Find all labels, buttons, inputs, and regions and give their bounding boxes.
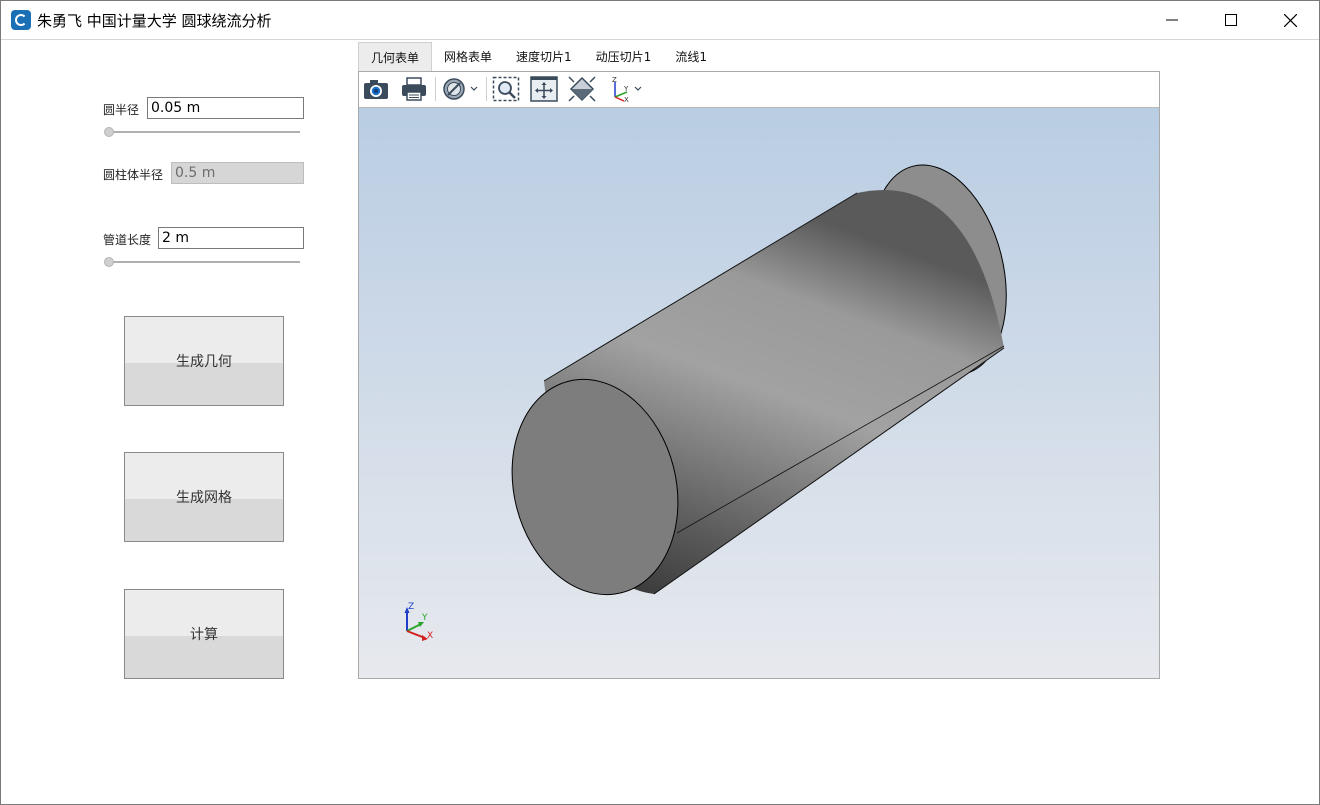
viewer-toolbar: Z Y X [359, 72, 1159, 108]
tab-streamline[interactable]: 流线1 [663, 42, 719, 70]
z-axis-label: Z [408, 602, 415, 612]
compute-button[interactable]: 计算 [124, 589, 284, 679]
x-axis-label: X [427, 631, 434, 641]
zoom-box-button[interactable] [491, 75, 521, 103]
close-button[interactable] [1261, 1, 1319, 39]
radius-label: 圆半径 [103, 103, 140, 117]
render-mode-dropdown[interactable] [439, 75, 481, 103]
generate-mesh-button[interactable]: 生成网格 [124, 452, 284, 542]
generate-geometry-button[interactable]: 生成几何 [124, 316, 284, 406]
generate-geometry-label: 生成几何 [176, 354, 232, 370]
app-logo-icon [11, 10, 31, 30]
app-window: 朱勇飞 中国计量大学 圆球绕流分析 圆半径 0.05 m 圆柱体半径 0.5 m… [0, 0, 1320, 805]
3d-viewport[interactable]: Z Y X [359, 108, 1159, 678]
cylinder-radius-label: 圆柱体半径 [103, 168, 164, 182]
maximize-icon [1225, 14, 1237, 26]
svg-text:Y: Y [623, 85, 629, 93]
svg-text:X: X [624, 96, 629, 103]
tab-geometry-form[interactable]: 几何表单 [358, 42, 433, 71]
tab-mesh-form[interactable]: 网格表单 [432, 42, 504, 70]
pipe-length-slider[interactable] [107, 261, 300, 263]
maximize-button[interactable] [1202, 1, 1260, 39]
toolbar-separator [486, 77, 487, 101]
close-icon [1283, 13, 1297, 27]
compute-label: 计算 [190, 627, 218, 643]
generate-mesh-label: 生成网格 [176, 490, 232, 506]
print-button[interactable] [399, 75, 429, 103]
minimize-button[interactable] [1143, 1, 1201, 39]
toolbar-separator [435, 77, 436, 101]
screenshot-button[interactable] [361, 75, 391, 103]
view-cube-button[interactable] [567, 75, 597, 103]
render-mode-icon [443, 78, 478, 100]
radius-input[interactable]: 0.05 m [147, 97, 304, 119]
view-cube-icon [568, 76, 596, 102]
camera-icon [364, 80, 388, 99]
pipe-length-label: 管道长度 [103, 233, 152, 247]
title-bar: 朱勇飞 中国计量大学 圆球绕流分析 [1, 1, 1319, 40]
print-icon [402, 77, 426, 101]
cylinder-model[interactable] [359, 108, 1159, 678]
y-axis-label: Y [422, 613, 428, 623]
tab-velocity-slice[interactable]: 速度切片1 [504, 42, 584, 70]
axes-orientation-icon: Z Y X [612, 76, 642, 104]
radius-slider[interactable] [107, 131, 300, 133]
window-title: 朱勇飞 中国计量大学 圆球绕流分析 [37, 12, 272, 30]
cylinder-radius-input: 0.5 m [171, 162, 304, 184]
pipe-length-input[interactable]: 2 m [158, 227, 304, 249]
fit-view-icon [530, 76, 558, 102]
tab-dynamic-pressure-slice[interactable]: 动压切片1 [584, 42, 664, 70]
minimize-icon [1166, 19, 1178, 21]
svg-text:Z: Z [612, 76, 617, 84]
zoom-box-icon [492, 76, 520, 102]
axes-orientation-dropdown[interactable]: Z Y X [605, 75, 647, 104]
tab-bar: 几何表单 网格表单 速度切片1 动压切片1 流线1 [358, 42, 719, 72]
fit-view-button[interactable] [529, 75, 559, 103]
pipe-length-slider-thumb[interactable] [104, 257, 114, 267]
radius-slider-thumb[interactable] [104, 127, 114, 137]
